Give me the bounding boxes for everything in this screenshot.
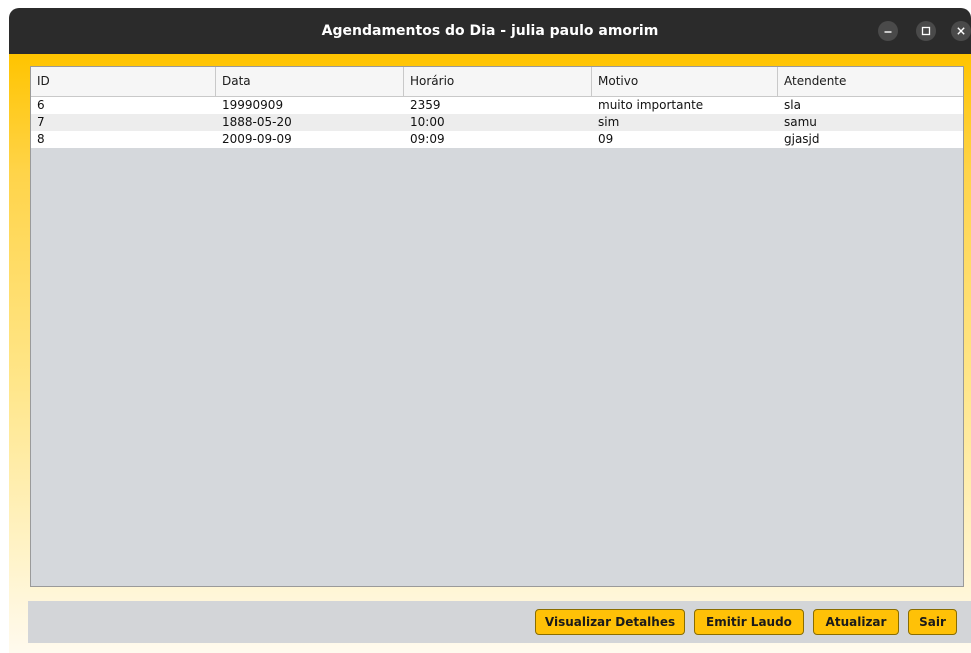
appointments-table[interactable]: ID Data Horário Motivo Atendente 6 19990…: [30, 66, 964, 587]
minimize-button[interactable]: [878, 21, 898, 41]
cell-id: 6: [37, 98, 45, 112]
table-row[interactable]: 7 1888-05-20 10:00 sim samu: [31, 114, 963, 131]
cell-motivo: muito importante: [598, 98, 704, 112]
cell-horario: 2359: [410, 98, 441, 112]
cell-data: 1888-05-20: [222, 115, 292, 129]
maximize-button[interactable]: [916, 21, 936, 41]
window-content: ID Data Horário Motivo Atendente 6 19990…: [9, 54, 971, 653]
close-icon: [957, 27, 965, 35]
title-bar[interactable]: Agendamentos do Dia - julia paulo amorim: [9, 8, 971, 54]
column-header-id[interactable]: ID: [31, 67, 216, 96]
cell-horario: 10:00: [410, 115, 445, 129]
issue-report-button[interactable]: Emitir Laudo: [694, 609, 804, 635]
table-body: 6 19990909 2359 muito importante sla 7 1…: [31, 97, 963, 148]
app-window: Agendamentos do Dia - julia paulo amorim…: [0, 0, 971, 653]
column-header-motivo[interactable]: Motivo: [592, 67, 778, 96]
cell-atendente: gjasjd: [784, 132, 820, 146]
cell-id: 8: [37, 132, 45, 146]
cell-atendente: samu: [784, 115, 817, 129]
table-header: ID Data Horário Motivo Atendente: [31, 67, 963, 97]
exit-button[interactable]: Sair: [908, 609, 957, 635]
table-row[interactable]: 8 2009-09-09 09:09 09 gjasjd: [31, 131, 963, 148]
cell-id: 7: [37, 115, 45, 129]
view-details-button[interactable]: Visualizar Detalhes: [535, 609, 685, 635]
cell-motivo: sim: [598, 115, 620, 129]
button-bar: Visualizar Detalhes Emitir Laudo Atualiz…: [28, 601, 971, 643]
cell-data: 19990909: [222, 98, 284, 112]
refresh-button[interactable]: Atualizar: [813, 609, 899, 635]
window-title: Agendamentos do Dia - julia paulo amorim: [321, 23, 659, 39]
maximize-icon: [921, 26, 931, 36]
column-header-data[interactable]: Data: [216, 67, 404, 96]
close-button[interactable]: [951, 21, 971, 41]
cell-data: 2009-09-09: [222, 132, 292, 146]
column-header-atendente[interactable]: Atendente: [778, 67, 963, 96]
column-header-horario[interactable]: Horário: [404, 67, 592, 96]
cell-atendente: sla: [784, 98, 801, 112]
minimize-icon: [884, 31, 892, 33]
table-row[interactable]: 6 19990909 2359 muito importante sla: [31, 97, 963, 114]
cell-motivo: 09: [598, 132, 614, 146]
cell-horario: 09:09: [410, 132, 445, 146]
